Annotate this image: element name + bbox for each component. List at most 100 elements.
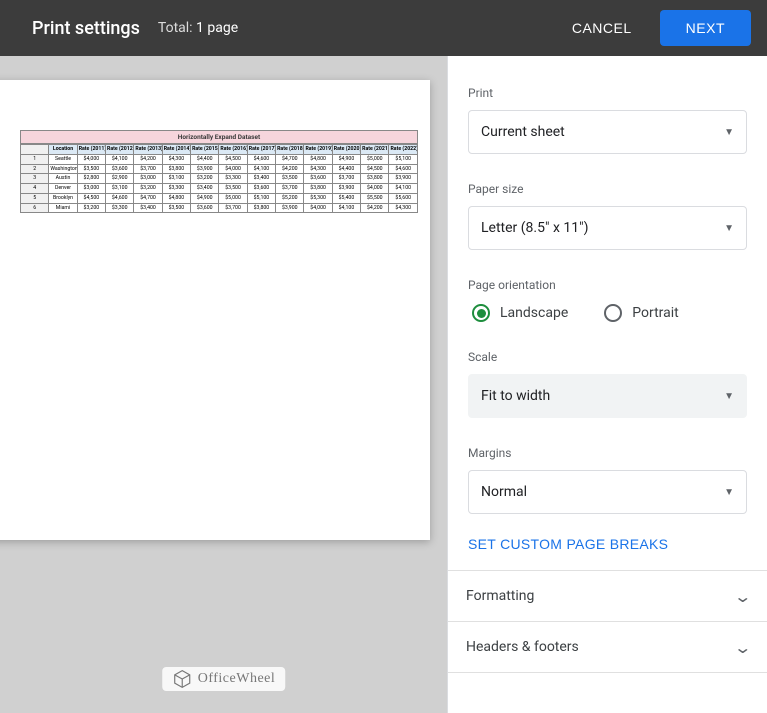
table-cell: $3,700 <box>219 203 247 213</box>
table-cell: $4,500 <box>219 154 247 164</box>
table-cell: $3,200 <box>134 184 162 194</box>
table-cell: 6 <box>21 203 49 213</box>
table-cell: $5,000 <box>219 193 247 203</box>
chevron-down-icon: ⌄ <box>733 587 752 606</box>
table-cell: $5,100 <box>389 154 418 164</box>
table-cell: $3,000 <box>77 184 105 194</box>
table-cell: $4,000 <box>304 203 332 213</box>
watermark: OfficeWheel <box>162 667 286 691</box>
total-pages: Total: 1 page <box>158 20 238 36</box>
table-header-cell: Rate (2019) <box>304 145 332 155</box>
table-cell: $4,500 <box>361 164 389 174</box>
table-cell: $3,100 <box>162 174 190 184</box>
page-title: Print settings <box>32 18 140 39</box>
table-cell: 1 <box>21 154 49 164</box>
table-cell: 2 <box>21 164 49 174</box>
formatting-expander[interactable]: Formatting ⌄ <box>466 571 749 621</box>
table-row: 1Seattle$4,000$4,100$4,200$4,300$4,400$4… <box>21 154 418 164</box>
page-preview: Horizontally Expand Dataset LocationRate… <box>0 80 430 540</box>
table-cell: $4,300 <box>304 164 332 174</box>
orientation-portrait-radio[interactable]: Portrait <box>604 304 678 322</box>
table-cell: $4,100 <box>106 154 134 164</box>
paper-size-select[interactable]: Letter (8.5" x 11") ▼ <box>468 206 747 250</box>
table-cell: $4,500 <box>77 193 105 203</box>
table-cell: $3,300 <box>162 184 190 194</box>
table-cell: $4,400 <box>332 164 360 174</box>
table-cell: $3,800 <box>162 164 190 174</box>
table-cell: $3,900 <box>191 164 219 174</box>
table-header-cell: Rate (2018) <box>276 145 304 155</box>
table-cell: Denver <box>49 184 77 194</box>
table-cell: Seattle <box>49 154 77 164</box>
orientation-landscape-radio[interactable]: Landscape <box>472 304 568 322</box>
table-cell: $3,000 <box>134 174 162 184</box>
table-row: 5Brooklyn$4,500$4,600$4,700$4,800$4,900$… <box>21 193 418 203</box>
table-cell: 5 <box>21 193 49 203</box>
app-header: Print settings Total: 1 page CANCEL NEXT <box>0 0 767 56</box>
table-header-cell: Rate (2013) <box>134 145 162 155</box>
table-cell: $3,500 <box>77 164 105 174</box>
table-header-cell: Rate (2021) <box>361 145 389 155</box>
table-header-cell: Rate (2016) <box>219 145 247 155</box>
table-cell: $3,300 <box>106 203 134 213</box>
table-cell: $3,400 <box>134 203 162 213</box>
table-row: 6Miami$3,200$3,300$3,400$3,500$3,600$3,7… <box>21 203 418 213</box>
table-cell: $4,300 <box>162 154 190 164</box>
paper-size-label: Paper size <box>468 182 747 196</box>
orientation-label: Page orientation <box>468 278 747 292</box>
table-cell: $5,400 <box>332 193 360 203</box>
table-cell: $4,200 <box>134 154 162 164</box>
table-cell: $4,300 <box>389 203 418 213</box>
margins-select[interactable]: Normal ▼ <box>468 470 747 514</box>
print-select[interactable]: Current sheet ▼ <box>468 110 747 154</box>
table-cell: $4,100 <box>389 184 418 194</box>
settings-panel: Print Current sheet ▼ Paper size Letter … <box>447 56 767 713</box>
table-cell: $4,100 <box>332 203 360 213</box>
table-cell: Brooklyn <box>49 193 77 203</box>
scale-label: Scale <box>468 350 747 364</box>
table-cell: $4,800 <box>162 193 190 203</box>
table-cell: 4 <box>21 184 49 194</box>
print-preview-area: Horizontally Expand Dataset LocationRate… <box>0 56 447 713</box>
table-cell: $3,800 <box>304 184 332 194</box>
table-cell: $5,500 <box>361 193 389 203</box>
table-header-cell: Rate (2012) <box>106 145 134 155</box>
orientation-group: Landscape Portrait <box>468 302 747 340</box>
table-header-cell <box>21 145 49 155</box>
table-cell: $3,700 <box>332 174 360 184</box>
chevron-down-icon: ⌄ <box>733 638 752 657</box>
table-cell: $3,400 <box>247 174 275 184</box>
table-cell: $4,000 <box>361 184 389 194</box>
dropdown-icon: ▼ <box>724 391 734 402</box>
table-cell: $3,700 <box>276 184 304 194</box>
table-cell: $3,700 <box>134 164 162 174</box>
table-cell: $3,200 <box>77 203 105 213</box>
table-cell: $3,600 <box>304 174 332 184</box>
table-cell: $4,900 <box>332 154 360 164</box>
headers-footers-expander[interactable]: Headers & footers ⌄ <box>466 622 749 672</box>
table-cell: $3,800 <box>361 174 389 184</box>
table-cell: $4,100 <box>247 164 275 174</box>
divider <box>448 672 767 673</box>
scale-select[interactable]: Fit to width ▼ <box>468 374 747 418</box>
table-row: 2Washington$3,500$3,600$3,700$3,800$3,90… <box>21 164 418 174</box>
table-cell: $4,800 <box>304 154 332 164</box>
table-cell: $2,800 <box>77 174 105 184</box>
table-cell: $3,500 <box>162 203 190 213</box>
table-cell: $3,900 <box>276 203 304 213</box>
table-header-cell: Rate (2011) <box>77 145 105 155</box>
table-cell: 3 <box>21 174 49 184</box>
sheet-table: LocationRate (2011)Rate (2012)Rate (2013… <box>20 144 418 213</box>
table-cell: $5,300 <box>304 193 332 203</box>
table-cell: $4,600 <box>389 164 418 174</box>
table-cell: $5,200 <box>276 193 304 203</box>
next-button[interactable]: NEXT <box>660 10 751 46</box>
table-cell: Washington <box>49 164 77 174</box>
set-custom-page-breaks-button[interactable]: SET CUSTOM PAGE BREAKS <box>468 532 747 570</box>
table-cell: $3,500 <box>276 174 304 184</box>
table-cell: $3,900 <box>332 184 360 194</box>
cancel-button[interactable]: CANCEL <box>558 10 646 46</box>
table-header-cell: Location <box>49 145 77 155</box>
table-cell: $3,300 <box>219 174 247 184</box>
table-cell: $3,600 <box>191 203 219 213</box>
